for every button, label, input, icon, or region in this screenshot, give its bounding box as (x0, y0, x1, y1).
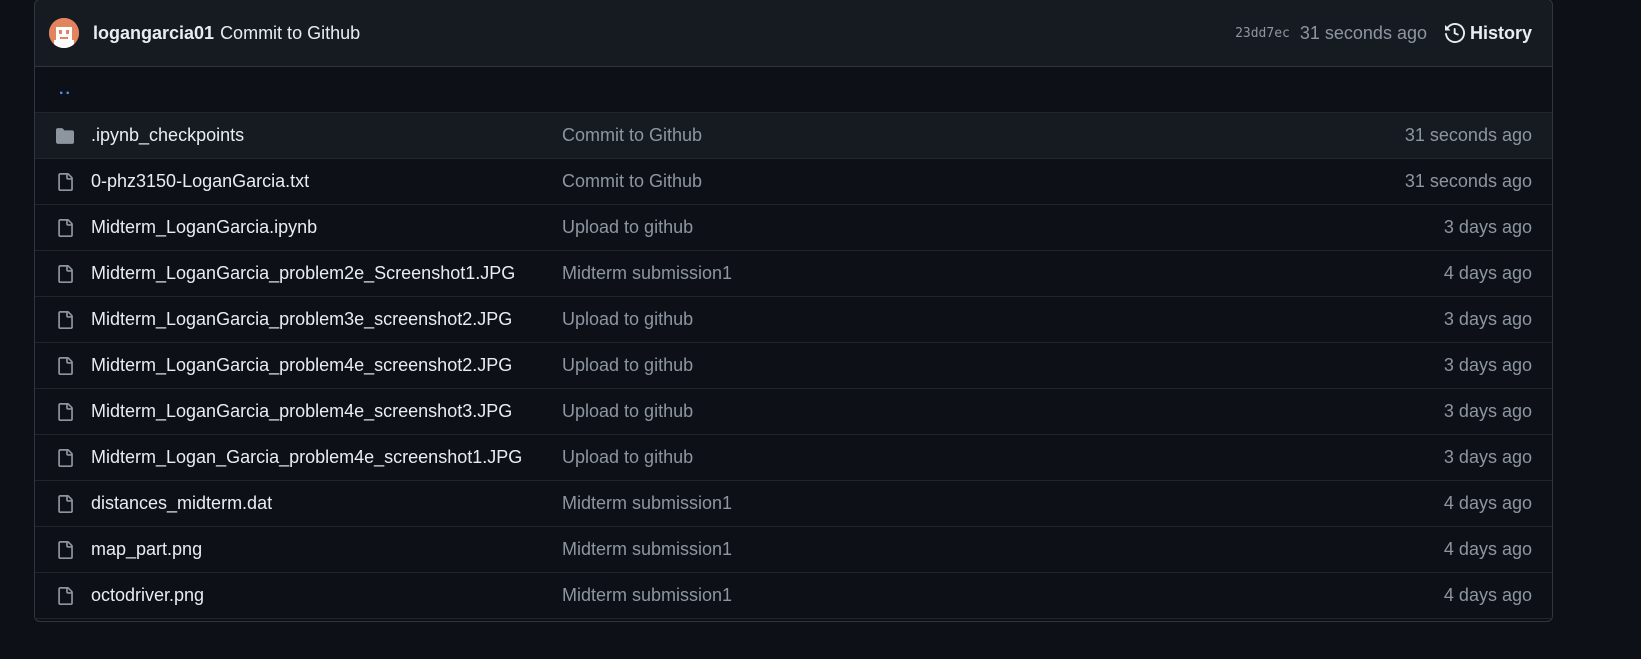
file-name-link[interactable]: Midterm_LoganGarcia_problem4e_screenshot… (91, 401, 562, 422)
folder-icon (55, 127, 75, 145)
file-name-link[interactable]: .ipynb_checkpoints (91, 125, 562, 146)
file-row[interactable]: Midterm_LoganGarcia_problem4e_screenshot… (35, 343, 1552, 389)
file-name-link[interactable]: map_part.png (91, 539, 562, 560)
file-name-link[interactable]: Midterm_LoganGarcia_problem2e_Screenshot… (91, 263, 562, 284)
commit-date: 31 seconds ago (1404, 125, 1532, 145)
avatar[interactable] (49, 18, 79, 48)
commit-message-link[interactable]: Commit to Github (562, 125, 1405, 146)
commit-sha[interactable]: 23dd7ec (1235, 26, 1290, 41)
commit-date: 4 days ago (1443, 493, 1532, 513)
file-icon (55, 264, 75, 284)
commit-message-link[interactable]: Upload to github (562, 355, 1444, 376)
parent-directory-row[interactable]: .. (35, 67, 1552, 113)
commit-date: 3 days ago (1443, 401, 1532, 421)
latest-commit-header: logangarcia01 Commit to Github 23dd7ec 3… (35, 0, 1552, 67)
file-icon (55, 494, 75, 514)
commit-author[interactable]: logangarcia01 (93, 23, 214, 44)
file-name-link[interactable]: octodriver.png (91, 585, 562, 606)
history-button[interactable]: History (1444, 22, 1532, 44)
commit-date: 31 seconds ago (1404, 171, 1532, 191)
history-label: History (1469, 22, 1532, 43)
file-name-link[interactable]: Midterm_LoganGarcia_problem3e_screenshot… (91, 309, 562, 330)
commit-message-link[interactable]: Upload to github (562, 217, 1444, 238)
file-name-link[interactable]: 0-phz3150-LoganGarcia.txt (91, 171, 562, 192)
file-icon (55, 218, 75, 238)
commit-message-link[interactable]: Midterm submission1 (562, 263, 1444, 284)
commit-message-link[interactable]: Midterm submission1 (562, 493, 1444, 514)
commit-message-link[interactable]: Upload to github (562, 309, 1444, 330)
folder-row[interactable]: .ipynb_checkpoints Commit to Github 31 sec… (35, 113, 1552, 159)
file-row[interactable]: Midterm_LoganGarcia_problem4e_screenshot… (35, 389, 1552, 435)
file-row[interactable]: Midterm_LoganGarcia_problem2e_Screenshot… (35, 251, 1552, 297)
file-icon (55, 356, 75, 376)
commit-message-link[interactable]: Commit to Github (562, 171, 1405, 192)
file-icon (55, 310, 75, 330)
file-row[interactable]: octodriver.png Midterm submission1 4 days … (35, 573, 1552, 619)
commit-date: 3 days ago (1443, 355, 1532, 375)
file-row[interactable]: distances_midterm.dat Midterm submission1… (35, 481, 1552, 527)
commit-date: 4 days ago (1443, 263, 1532, 283)
commit-time: 31 seconds ago (1299, 22, 1427, 43)
commit-date: 3 days ago (1443, 309, 1532, 329)
file-row[interactable]: Midterm_LoganGarcia_problem3e_screenshot… (35, 297, 1552, 343)
commit-message-link[interactable]: Midterm submission1 (562, 539, 1444, 560)
file-row[interactable]: map_part.png Midterm submission1 4 days ag… (35, 527, 1552, 573)
commit-date: 4 days ago (1443, 539, 1532, 559)
commit-date: 3 days ago (1443, 217, 1532, 237)
commit-message-link[interactable]: Upload to github (562, 401, 1444, 422)
file-row[interactable]: Midterm_LoganGarcia.ipynb Upload to githu… (35, 205, 1552, 251)
file-icon (55, 448, 75, 468)
file-name-link[interactable]: Midterm_Logan_Garcia_problem4e_screensho… (91, 447, 562, 468)
file-icon (55, 586, 75, 606)
commit-date: 4 days ago (1443, 585, 1532, 605)
commit-message[interactable]: Commit to Github (220, 23, 360, 44)
commit-message-link[interactable]: Midterm submission1 (562, 585, 1444, 606)
commit-message-link[interactable]: Upload to github (562, 447, 1444, 468)
parent-directory-link[interactable]: .. (59, 81, 72, 99)
commit-date: 3 days ago (1443, 447, 1532, 467)
file-browser: logangarcia01 Commit to Github 23dd7ec 3… (34, 0, 1553, 622)
file-name-link[interactable]: Midterm_LoganGarcia_problem4e_screenshot… (91, 355, 562, 376)
file-icon (55, 172, 75, 192)
file-icon (55, 540, 75, 560)
history-icon (1444, 23, 1465, 43)
file-name-link[interactable]: distances_midterm.dat (91, 493, 562, 514)
file-row[interactable]: 0-phz3150-LoganGarcia.txt Commit to Githu… (35, 159, 1552, 205)
file-row[interactable]: Midterm_Logan_Garcia_problem4e_screensho… (35, 435, 1552, 481)
file-icon (55, 402, 75, 422)
file-name-link[interactable]: Midterm_LoganGarcia.ipynb (91, 217, 562, 238)
